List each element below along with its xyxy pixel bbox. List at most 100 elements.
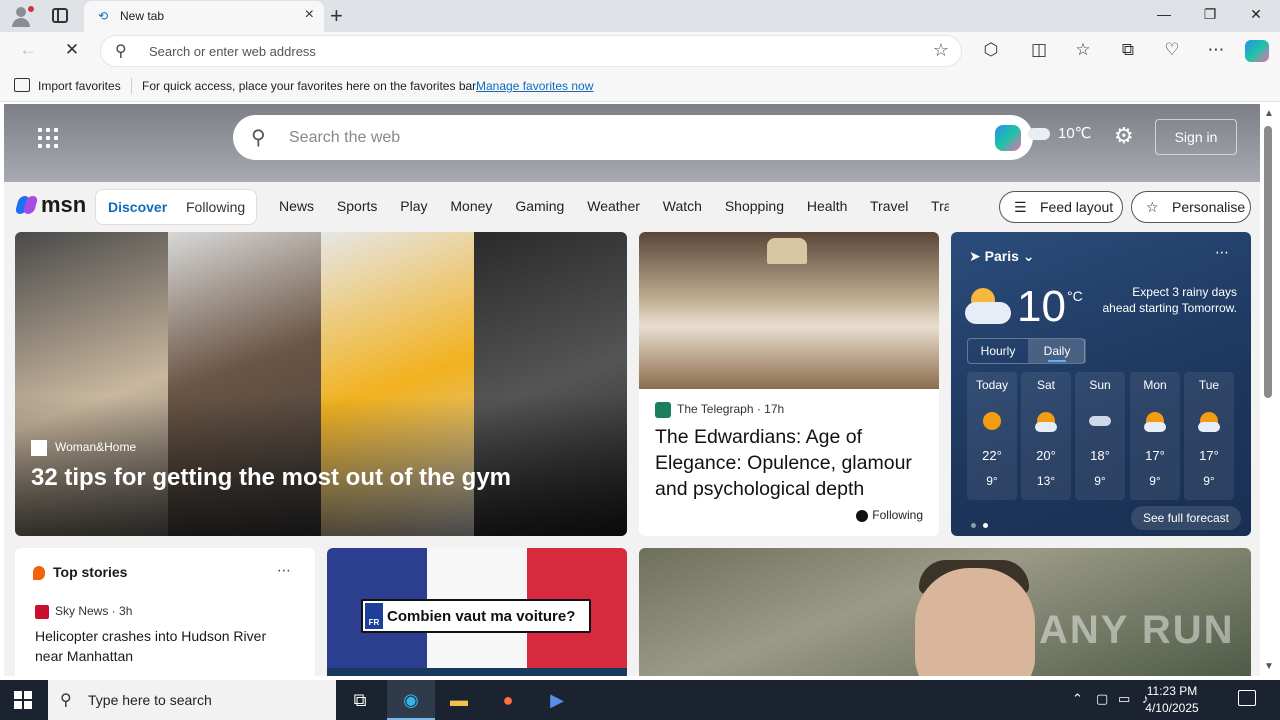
show-hidden-icons-icon[interactable]: ⌃ [1072,691,1083,707]
nav-weather[interactable]: Weather [587,198,640,214]
collections-icon[interactable]: ⧉ [1116,40,1140,60]
weather-summary[interactable]: Expect 3 rainy days ahead starting Tomor… [1101,284,1237,316]
day-name: Mon [1143,378,1167,392]
web-search-box[interactable]: ⚲ Search the web [233,115,1033,160]
forecast-day[interactable]: Tue 17° 9° [1184,372,1234,500]
portrait-article-card[interactable]: ANY RUN [639,548,1251,676]
story-headline[interactable]: Helicopter crashes into Hudson River nea… [35,626,295,666]
back-button[interactable]: ← [16,40,40,60]
split-screen-icon[interactable]: ◫ [1027,40,1051,60]
weather-location[interactable]: ➤ Paris ⌄ [969,248,1035,265]
import-favorites-icon [14,78,30,92]
manage-favorites-link[interactable]: Manage favorites now [476,79,593,93]
page-scrollbar[interactable]: ▲ ▼ [1260,104,1280,676]
temperature-unit[interactable]: °C [1067,288,1083,304]
forecast-day[interactable]: Today 22° 9° [967,372,1017,500]
import-favorites-button[interactable]: Import favorites [38,79,121,93]
see-full-forecast-button[interactable]: See full forecast [1131,506,1241,530]
nav-gaming[interactable]: Gaming [515,198,564,214]
day-low: 9° [1149,474,1161,488]
favorites-bar-message: For quick access, place your favorites h… [142,79,479,93]
more-options-icon[interactable]: ⋯ [277,562,291,579]
app-launcher-icon[interactable] [38,128,58,148]
more-options-icon[interactable]: ⋯ [1215,244,1229,261]
nav-play[interactable]: Play [400,198,427,214]
page-settings-icon[interactable]: ⚙ [1114,123,1134,149]
scrollbar-thumb[interactable] [1264,126,1272,398]
weather-card[interactable]: ➤ Paris ⌄ ⋯ 10 °C Expect 3 rainy days ah… [951,232,1251,536]
partly-cloudy-icon [1144,412,1166,432]
edge-icon[interactable]: ◉ [387,680,435,720]
minimize-button[interactable]: — [1154,6,1174,22]
browser-essentials-icon[interactable]: ♡ [1160,40,1184,60]
category-links: News Sports Play Money Gaming Weather Wa… [279,198,949,214]
hero-article-card[interactable]: Woman&Home 32 tips for getting the most … [15,232,627,536]
network-icon[interactable]: ▭ [1118,691,1130,707]
following-badge[interactable]: Following [856,508,923,522]
powershell-icon[interactable]: ▶ [533,680,581,720]
nav-sports[interactable]: Sports [337,198,377,214]
profile-button[interactable] [10,5,34,27]
source-name: Sky News [55,604,109,618]
telegraph-article-card[interactable]: The Telegraph · 17h The Edwardians: Age … [639,232,939,536]
tab-following[interactable]: Following [186,199,245,215]
telegraph-logo-icon [655,402,671,418]
search-icon: ⚲ [60,692,72,709]
sign-in-button[interactable]: Sign in [1155,119,1237,155]
system-clock[interactable]: 11:23 PM 4/10/2025 [1138,683,1206,717]
article-source: The Telegraph · 17h [655,402,784,418]
toggle-hourly[interactable]: Hourly [968,339,1028,363]
nav-watch[interactable]: Watch [663,198,702,214]
device-icon[interactable]: ▢ [1096,691,1108,707]
day-name: Sun [1089,378,1111,392]
copilot-search-icon[interactable] [995,125,1021,151]
article-headline[interactable]: The Edwardians: Age of Elegance: Opulenc… [655,424,927,502]
restore-button[interactable]: ❐ [1200,6,1220,23]
copilot-icon[interactable] [1245,40,1269,62]
forecast-day[interactable]: Sun 18° 9° [1075,372,1125,500]
task-view-icon[interactable]: ⧉ [336,680,384,720]
new-tab-button[interactable]: + [330,3,343,29]
file-explorer-icon[interactable]: ▬ [435,680,483,720]
firefox-icon[interactable]: ● [484,680,532,720]
ad-card[interactable]: FR Combien vaut ma voiture? [327,548,627,676]
more-menu-icon[interactable]: ⋯ [1204,40,1228,60]
day-high: 22° [982,448,1002,463]
tab-new-tab[interactable]: ⟲ New tab × [84,1,324,32]
toggle-daily[interactable]: Daily [1028,339,1086,363]
favorite-star-icon[interactable]: ☆ [933,40,949,61]
favorites-icon[interactable]: ☆ [1071,40,1095,60]
header-weather[interactable]: 10℃ [1028,124,1092,142]
day-high: 20° [1036,448,1056,463]
extensions-icon[interactable]: ⬡ [979,40,1003,60]
close-window-button[interactable]: ✕ [1246,6,1266,23]
tab-discover[interactable]: Discover [108,199,167,215]
personalise-button[interactable]: ☆ Personalise [1131,191,1251,223]
msn-logo[interactable]: msn [14,192,86,218]
source-name: Woman&Home [55,440,137,455]
daily-forecast: Today 22° 9° Sat 20° 13° Sun 18° 9° Mon … [967,372,1235,500]
article-headline[interactable]: 32 tips for getting the most out of the … [31,464,511,492]
windows-start-icon[interactable] [14,691,32,709]
stop-loading-button[interactable]: ✕ [60,40,84,60]
nav-news[interactable]: News [279,198,314,214]
tab-actions-icon[interactable] [52,8,68,23]
scroll-up-icon[interactable]: ▲ [1264,108,1274,119]
feed-layout-button[interactable]: ☰ Feed layout [999,191,1123,223]
forecast-day[interactable]: Mon 17° 9° [1130,372,1180,500]
rain-cloud-icon [1089,412,1111,432]
ad-headline: Combien vaut ma voiture? [387,608,576,625]
forecast-day[interactable]: Sat 20° 13° [1021,372,1071,500]
nav-traffic[interactable]: Tra [931,198,949,214]
address-bar[interactable]: ⚲ Search or enter web address ☆ [100,35,962,67]
nav-money[interactable]: Money [450,198,492,214]
carousel-dots[interactable] [971,516,995,531]
close-tab-icon[interactable]: × [305,6,314,24]
notifications-icon[interactable] [1238,690,1256,706]
scroll-down-icon[interactable]: ▼ [1264,661,1274,672]
source-name: The Telegraph [677,402,754,417]
taskbar-search[interactable]: ⚲ Type here to search [48,680,336,720]
nav-travel[interactable]: Travel [870,198,908,214]
nav-health[interactable]: Health [807,198,847,214]
nav-shopping[interactable]: Shopping [725,198,784,214]
